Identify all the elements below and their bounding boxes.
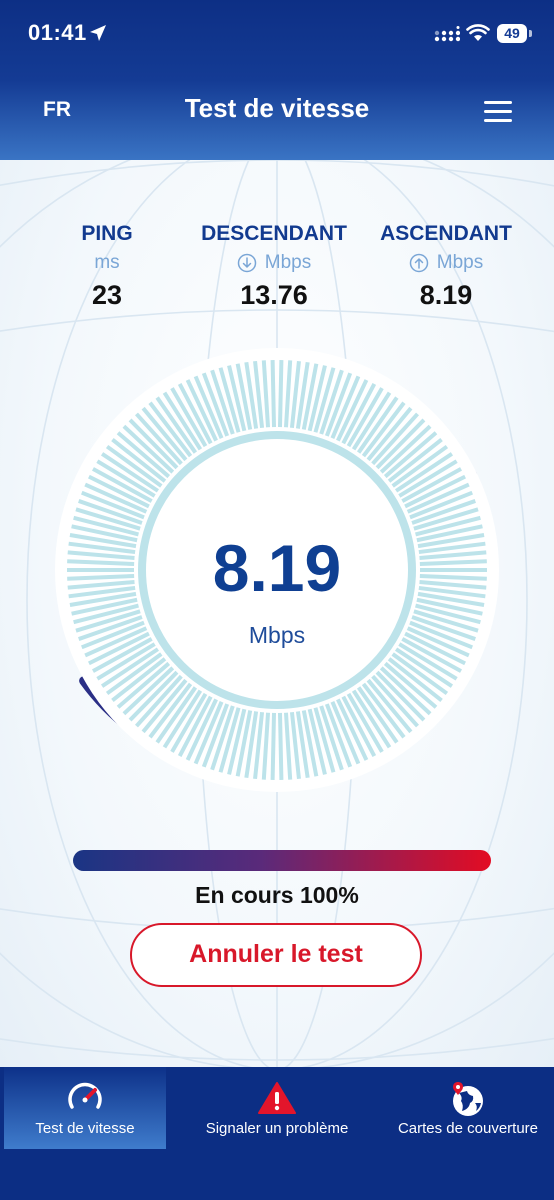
speed-test-screen: PING ms 23 DESCENDANT Mbps 13.76 ASCENDA…: [0, 160, 554, 1067]
progress-status: En cours 100%: [195, 882, 359, 908]
current-speed-value: 8.19: [212, 531, 342, 605]
battery-cap: [529, 30, 532, 37]
bottom-tab-bar: Test de vitesse Signaler un problème Car…: [0, 1067, 554, 1200]
warning-icon: [258, 1082, 296, 1114]
globe-pin-icon: [453, 1082, 483, 1116]
tab-report-problem-label: Signaler un problème: [205, 1120, 349, 1137]
hamburger-icon[interactable]: [484, 101, 512, 123]
app-header: 01:41 49 FR Test de vitesse: [0, 0, 554, 160]
gauge-tick: [277, 712, 284, 780]
gauge-tick: [270, 360, 277, 428]
tab-speed-test-label: Test de vitesse: [35, 1120, 135, 1137]
status-time: 01:41: [28, 20, 87, 45]
speed-gauge: [55, 348, 499, 792]
status-bar: 01:41 49: [0, 0, 554, 70]
tab-coverage-maps[interactable]: Cartes de couverture: [388, 1067, 548, 1149]
battery-icon: 49: [497, 24, 527, 43]
progress-bar: [73, 850, 491, 871]
cellular-signal-icon: [434, 26, 460, 42]
current-speed-unit: Mbps: [248, 622, 306, 648]
gauge-tick: [277, 360, 284, 428]
gauge-tick: [270, 712, 277, 780]
wifi-icon: [466, 24, 490, 41]
tab-coverage-maps-label: Cartes de couverture: [397, 1120, 539, 1137]
cancel-test-button[interactable]: Annuler le test: [130, 923, 422, 987]
speedometer-icon: [68, 1082, 102, 1109]
tab-speed-test[interactable]: Test de vitesse: [4, 1067, 166, 1149]
tab-report-problem[interactable]: Signaler un problème: [188, 1067, 366, 1149]
location-arrow-icon: [90, 25, 106, 41]
page-title: Test de vitesse: [184, 93, 370, 123]
